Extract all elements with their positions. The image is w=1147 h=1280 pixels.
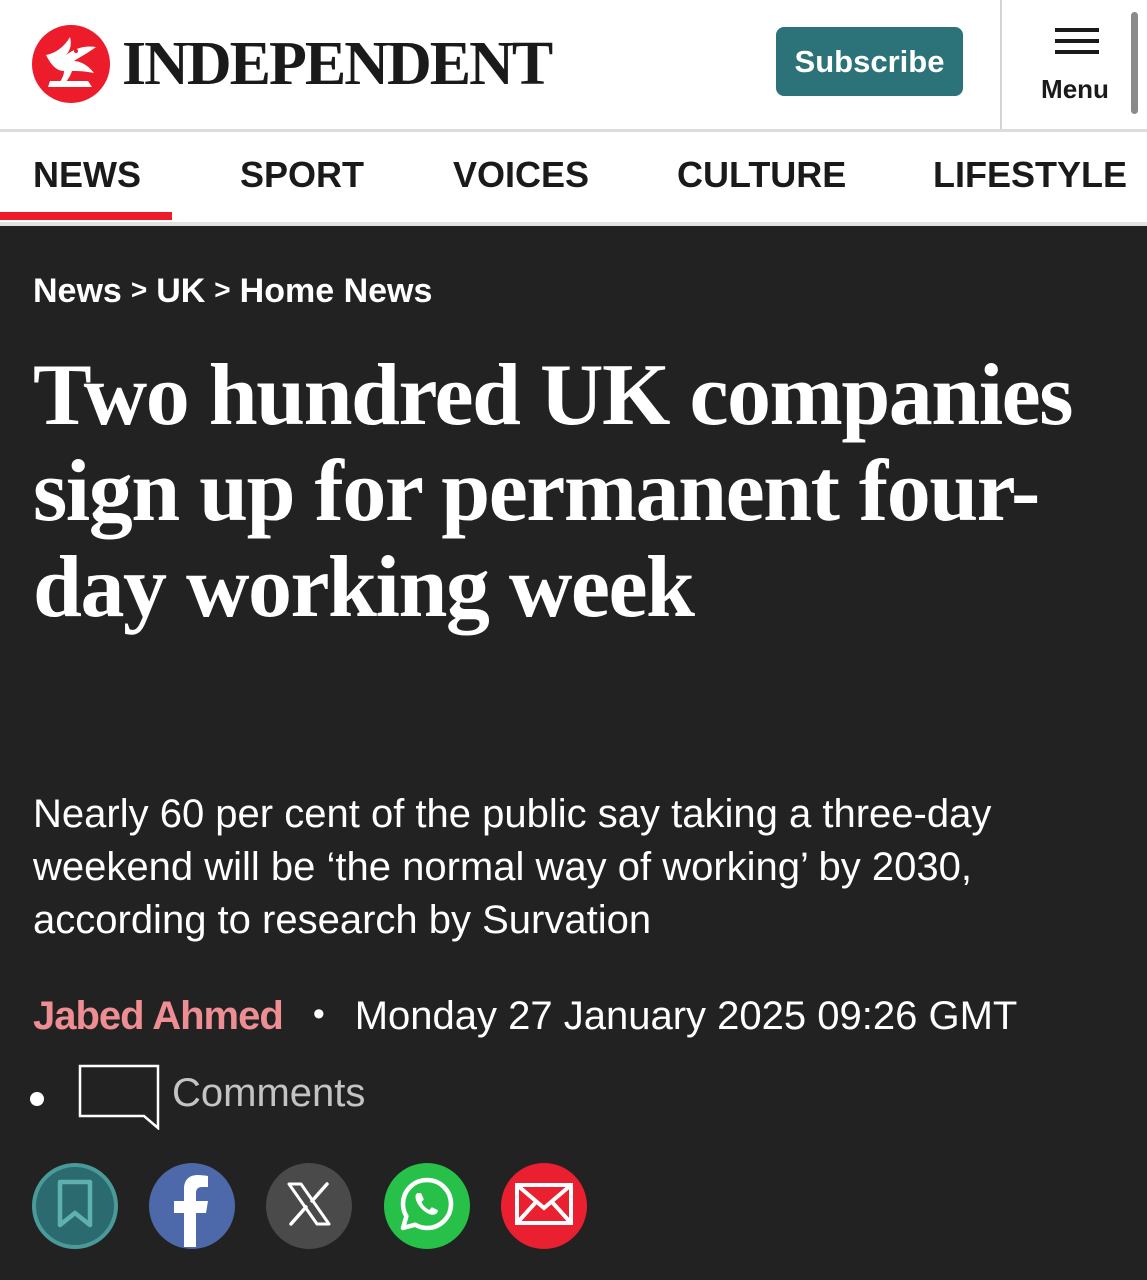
scrollbar[interactable] (1131, 12, 1138, 114)
comments-link[interactable]: Comments (30, 1064, 366, 1135)
article-standfirst: Nearly 60 per cent of the public say tak… (33, 792, 992, 942)
section-nav: NEWS SPORT VOICES CULTURE LIFESTYLE (0, 132, 1147, 222)
nav-item-lifestyle[interactable]: LIFESTYLE (933, 154, 1127, 196)
bookmark-button[interactable] (32, 1163, 118, 1249)
eagle-logo-icon (32, 25, 110, 103)
brand-wordmark: INDEPENDENT (122, 30, 553, 98)
facebook-share-button[interactable] (149, 1163, 235, 1249)
nav-item-sport[interactable]: SPORT (240, 154, 364, 196)
email-share-button[interactable] (501, 1163, 587, 1249)
nav-active-indicator (0, 212, 172, 220)
author-link[interactable]: Jabed Ahmed (33, 994, 284, 1039)
hamburger-icon (1055, 28, 1099, 54)
site-logo[interactable]: INDEPENDENT (32, 25, 553, 103)
x-icon (285, 1180, 333, 1233)
x-share-button[interactable] (266, 1163, 352, 1249)
header-divider (1000, 0, 1002, 129)
publish-date: Monday 27 January 2025 09:26 GMT (354, 994, 1018, 1038)
nav-item-voices[interactable]: VOICES (453, 154, 589, 196)
breadcrumb-separator: > (214, 274, 231, 305)
byline: Jabed Ahmed • Monday 27 January 2025 09:… (33, 994, 1017, 1039)
whatsapp-share-button[interactable] (384, 1163, 470, 1249)
nav-item-news[interactable]: NEWS (33, 154, 141, 196)
email-icon (514, 1182, 574, 1231)
breadcrumb-news[interactable]: News (33, 272, 122, 310)
subscribe-button[interactable]: Subscribe (776, 27, 963, 96)
nav-rule (0, 222, 1147, 226)
breadcrumb-separator: > (130, 274, 148, 305)
facebook-icon (149, 1161, 235, 1252)
breadcrumb-uk[interactable]: UK (156, 272, 205, 310)
whatsapp-icon (397, 1174, 457, 1239)
comments-label: Comments (172, 1070, 366, 1115)
article-headline: Two hundred UK companies sign up for per… (33, 347, 1073, 636)
comment-bubble-icon (78, 1064, 160, 1135)
breadcrumb: News > UK > Home News (33, 272, 432, 311)
nav-item-culture[interactable]: CULTURE (677, 154, 846, 196)
comments-bullet (30, 1092, 44, 1106)
menu-label: Menu (1041, 74, 1109, 104)
breadcrumb-home-news[interactable]: Home News (240, 272, 433, 310)
site-header: INDEPENDENT Subscribe Menu (0, 0, 1147, 129)
bookmark-icon (55, 1179, 95, 1234)
byline-separator: • (312, 995, 325, 1033)
menu-button[interactable]: Menu (1003, 0, 1147, 129)
